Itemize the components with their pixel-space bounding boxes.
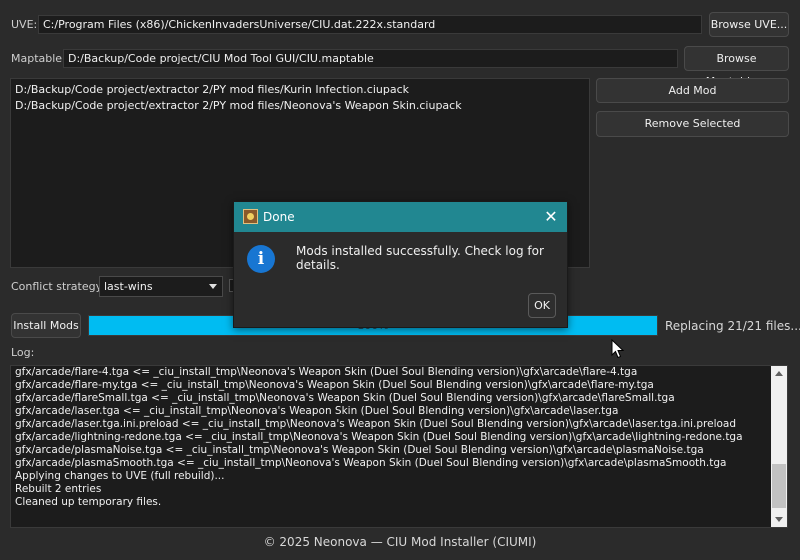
log-output[interactable]: gfx/arcade/flare-4.tga <= _ciu_install_t… xyxy=(10,365,788,528)
close-icon[interactable]: ✕ xyxy=(541,207,561,227)
dialog-title: Done xyxy=(263,210,295,224)
log-line: gfx/arcade/flareSmall.tga <= _ciu_instal… xyxy=(15,392,675,404)
mod-list-item[interactable]: D:/Backup/Code project/extractor 2/PY mo… xyxy=(15,98,585,114)
scroll-down-arrow-icon[interactable] xyxy=(775,517,783,522)
chevron-down-icon xyxy=(209,284,217,289)
ok-button[interactable]: OK xyxy=(528,293,556,318)
mouse-cursor-icon xyxy=(611,339,625,359)
footer-copyright: © 2025 Neonova — CIU Mod Installer (CIUM… xyxy=(263,535,537,549)
scrollbar-thumb[interactable] xyxy=(772,464,786,508)
log-line: Rebuilt 2 entries xyxy=(15,483,102,495)
log-scrollbar[interactable] xyxy=(771,366,787,527)
maptable-label: Maptable: xyxy=(11,52,66,65)
add-mod-button[interactable]: Add Mod xyxy=(596,78,789,103)
log-line: gfx/arcade/flare-my.tga <= _ciu_install_… xyxy=(15,379,654,391)
conflict-strategy-select[interactable]: last-wins xyxy=(99,276,223,297)
log-line: gfx/arcade/lightning-redone.tga <= _ciu_… xyxy=(15,431,743,443)
browse-maptable-button[interactable]: Browse Maptable... xyxy=(684,46,789,88)
log-label: Log: xyxy=(11,346,35,359)
uve-label: UVE: xyxy=(11,18,38,31)
mod-list-item[interactable]: D:/Backup/Code project/extractor 2/PY mo… xyxy=(15,82,585,98)
done-dialog: Done ✕ i Mods installed successfully. Ch… xyxy=(233,201,568,328)
log-line: gfx/arcade/laser.tga.ini.preload <= _ciu… xyxy=(15,418,737,430)
scroll-up-arrow-icon[interactable] xyxy=(775,371,783,376)
browse-uve-button[interactable]: Browse UVE... xyxy=(709,12,789,37)
maptable-path-input[interactable]: D:/Backup/Code project/CIU Mod Tool GUI/… xyxy=(63,49,678,68)
app-icon xyxy=(243,209,258,224)
conflict-strategy-value: last-wins xyxy=(104,280,153,293)
remove-selected-button[interactable]: Remove Selected xyxy=(596,111,789,137)
info-icon: i xyxy=(247,245,275,273)
conflict-strategy-label: Conflict strategy: xyxy=(11,280,106,293)
log-line: gfx/arcade/laser.tga <= _ciu_install_tmp… xyxy=(15,405,619,417)
uve-path-input[interactable]: C:/Program Files (x86)/ChickenInvadersUn… xyxy=(38,15,702,34)
log-line: gfx/arcade/plasmaSmooth.tga <= _ciu_inst… xyxy=(15,457,727,469)
install-mods-button[interactable]: Install Mods xyxy=(11,313,81,338)
progress-status-text: Replacing 21/21 files... xyxy=(665,319,800,333)
log-line: Cleaned up temporary files. xyxy=(15,496,162,508)
dialog-message: Mods installed successfully. Check log f… xyxy=(296,244,544,272)
log-line: gfx/arcade/flare-4.tga <= _ciu_install_t… xyxy=(15,366,638,378)
log-line: gfx/arcade/plasmaNoise.tga <= _ciu_insta… xyxy=(15,444,704,456)
dialog-titlebar: Done ✕ xyxy=(234,202,567,232)
log-line: Applying changes to UVE (full rebuild)..… xyxy=(15,470,225,482)
